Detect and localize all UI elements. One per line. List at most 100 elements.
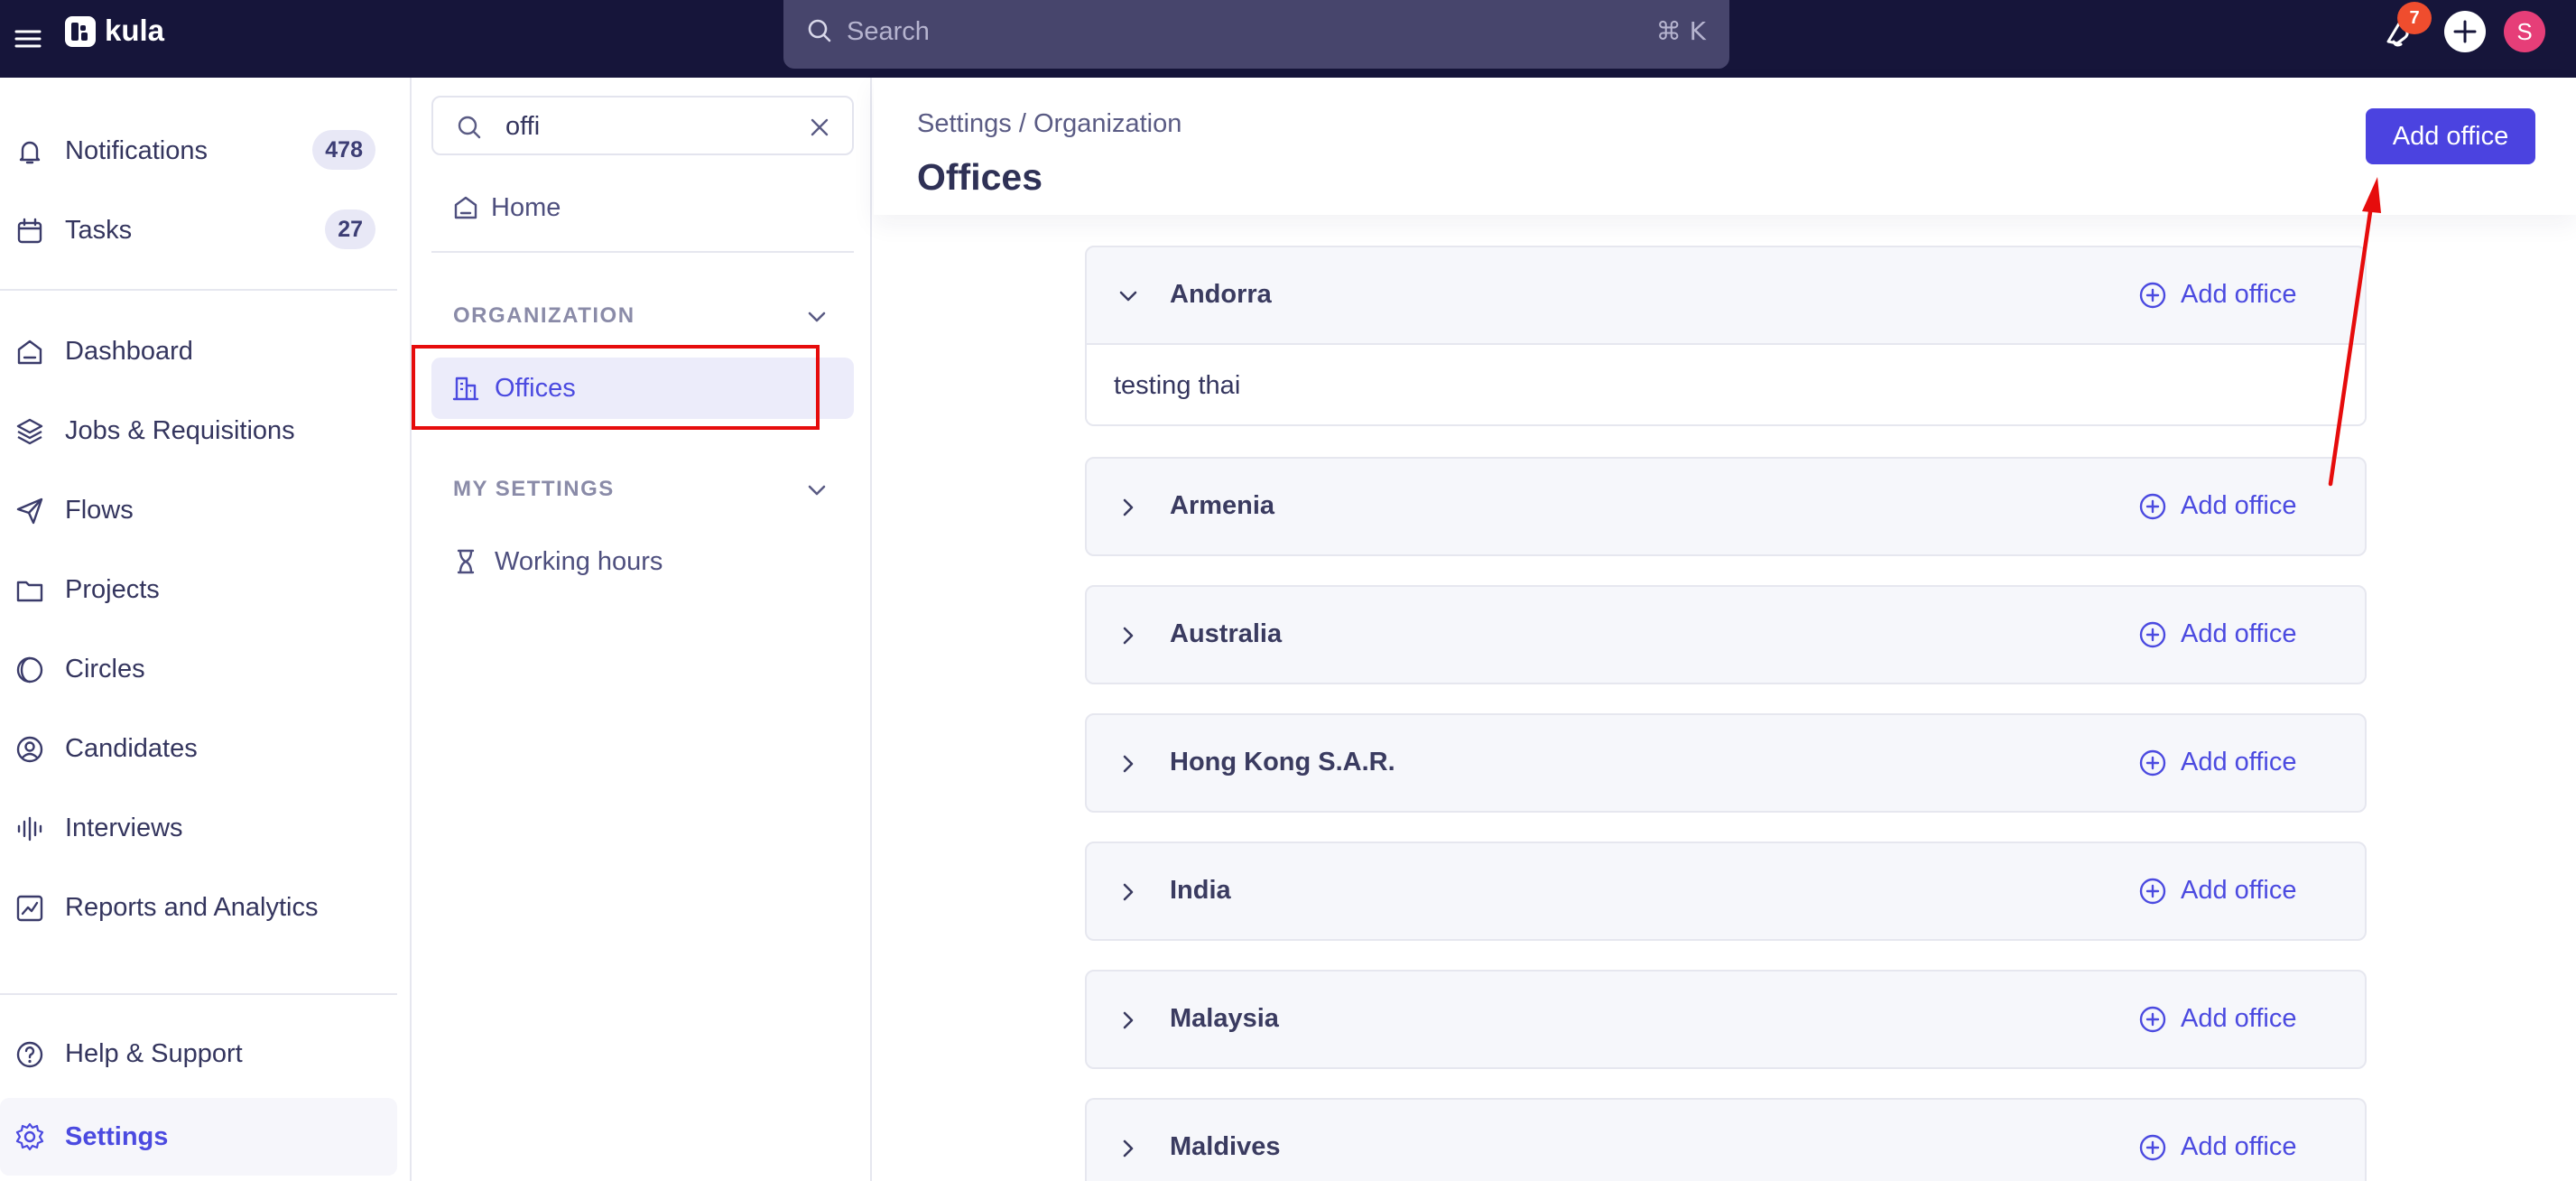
user-circle-icon <box>14 734 45 765</box>
top-bar: kula Search ⌘ K 7 S <box>0 0 2576 78</box>
sidebar-item-settings[interactable]: Settings <box>0 1098 397 1176</box>
sidebar-item-label: Tasks <box>65 216 133 245</box>
add-office-label: Add office <box>2181 1004 2297 1033</box>
chevron-down-icon[interactable] <box>1114 282 1143 311</box>
sidebar-item-dashboard[interactable]: Dashboard <box>0 321 397 381</box>
section-title-organization: ORGANIZATION <box>453 303 635 328</box>
plus-circle-icon <box>2137 748 2168 778</box>
sidebar-item-label: Reports and Analytics <box>65 893 319 922</box>
audio-bars-icon <box>14 814 45 844</box>
settings-search-input[interactable] <box>505 107 794 146</box>
sidebar-item-label: Projects <box>65 575 160 604</box>
sidebar-item-label: Dashboard <box>65 337 193 366</box>
sidebar-item-reports[interactable]: Reports and Analytics <box>0 878 397 937</box>
country-name: Armenia <box>1170 491 1275 520</box>
sidebar-item-tasks[interactable]: Tasks 27 <box>0 200 397 260</box>
country-name: Australia <box>1170 619 1283 648</box>
settings-link-offices[interactable]: Offices <box>431 358 854 419</box>
send-icon <box>14 496 45 526</box>
add-office-label: Add office <box>2181 1132 2297 1161</box>
search-icon <box>455 113 484 142</box>
chevron-right-icon[interactable] <box>1114 1134 1143 1163</box>
sidebar-item-projects[interactable]: Projects <box>0 560 397 619</box>
hourglass-icon <box>451 547 480 576</box>
help-icon <box>14 1039 45 1070</box>
menu-icon[interactable] <box>13 23 43 54</box>
country-name: India <box>1170 876 1231 905</box>
search-icon <box>805 16 834 45</box>
sidebar-divider <box>0 289 397 291</box>
country-card-india: India Add office <box>1085 842 2367 941</box>
settings-home-link[interactable]: Home <box>431 177 854 238</box>
sidebar-item-label: Candidates <box>65 734 198 763</box>
settings-nav: Home ORGANIZATION Offices MY SETTINGS Wo… <box>413 78 872 1181</box>
country-header[interactable]: Hong Kong S.A.R. Add office <box>1087 715 2365 811</box>
sidebar-item-label: Jobs & Requisitions <box>65 416 295 445</box>
add-office-label: Add office <box>2181 280 2297 309</box>
settings-nav-divider <box>431 251 854 253</box>
settings-link-working-hours[interactable]: Working hours <box>431 531 854 592</box>
sidebar-item-jobs[interactable]: Jobs & Requisitions <box>0 401 397 460</box>
clear-search-icon[interactable] <box>807 115 832 140</box>
page-title: Offices <box>917 156 1042 198</box>
sidebar-item-flows[interactable]: Flows <box>0 480 397 540</box>
add-office-label: Add office <box>2181 619 2297 648</box>
calendar-icon <box>14 216 45 246</box>
chevron-down-icon[interactable] <box>803 477 830 504</box>
sidebar-item-label: Help & Support <box>65 1039 243 1068</box>
user-avatar[interactable]: S <box>2504 11 2545 52</box>
country-header[interactable]: Maldives Add office <box>1087 1100 2365 1181</box>
country-name: Andorra <box>1170 280 1272 309</box>
tasks-count-badge: 27 <box>325 209 375 249</box>
layers-icon <box>14 416 45 447</box>
office-list: testing thai <box>1087 343 2365 424</box>
country-header[interactable]: Australia Add office <box>1087 587 2365 683</box>
chevron-down-icon[interactable] <box>803 303 830 330</box>
chevron-right-icon[interactable] <box>1114 878 1143 907</box>
global-search[interactable]: Search ⌘ K <box>783 0 1729 69</box>
add-office-button[interactable]: Add office <box>2366 108 2535 164</box>
chevron-right-icon[interactable] <box>1114 493 1143 522</box>
notifications-badge: 7 <box>2397 2 2432 34</box>
brand-name[interactable]: kula <box>105 13 164 49</box>
country-name: Maldives <box>1170 1132 1281 1161</box>
chart-icon <box>14 893 45 924</box>
create-new-button[interactable] <box>2444 11 2486 52</box>
search-placeholder: Search <box>847 17 930 46</box>
country-header[interactable]: Malaysia Add office <box>1087 972 2365 1067</box>
plus-circle-icon <box>2137 876 2168 907</box>
office-item[interactable]: testing thai <box>1114 370 1240 401</box>
country-card-australia: Australia Add office <box>1085 585 2367 684</box>
country-header[interactable]: Andorra Add office <box>1087 247 2365 343</box>
sidebar-item-circles[interactable]: Circles <box>0 639 397 699</box>
chevron-right-icon[interactable] <box>1114 621 1143 650</box>
plus-circle-icon <box>2137 1004 2168 1035</box>
home-icon <box>14 337 45 367</box>
sidebar-item-label: Interviews <box>65 814 183 842</box>
sidebar-divider <box>0 993 397 995</box>
building-icon <box>451 374 480 403</box>
sidebar-item-help[interactable]: Help & Support <box>0 1024 397 1083</box>
country-card-malaysia: Malaysia Add office <box>1085 970 2367 1069</box>
plus-circle-icon <box>2137 280 2168 311</box>
sidebar-item-label: Notifications <box>65 136 208 165</box>
country-card-andorra: Andorra Add office testing thai <box>1085 246 2367 426</box>
settings-search[interactable] <box>431 96 854 155</box>
sidebar-item-label: Flows <box>65 496 134 525</box>
page-header: Settings / Organization Offices Add offi… <box>874 78 2576 215</box>
country-header[interactable]: Armenia Add office <box>1087 459 2365 554</box>
country-card-armenia: Armenia Add office <box>1085 457 2367 556</box>
sidebar-item-interviews[interactable]: Interviews <box>0 798 397 858</box>
sidebar-item-notifications[interactable]: Notifications 478 <box>0 121 397 181</box>
search-shortcut-hint: ⌘ K <box>1655 16 1706 46</box>
circle-half-icon <box>14 655 45 685</box>
kula-logo-icon[interactable] <box>65 16 96 47</box>
section-title-my-settings: MY SETTINGS <box>453 477 615 501</box>
main-sidebar: Notifications 478 Tasks 27 Dashboard Job… <box>0 78 412 1181</box>
chevron-right-icon[interactable] <box>1114 749 1143 778</box>
add-office-label: Add office <box>2181 491 2297 520</box>
breadcrumb[interactable]: Settings / Organization <box>917 108 1181 139</box>
country-header[interactable]: India Add office <box>1087 843 2365 939</box>
sidebar-item-candidates[interactable]: Candidates <box>0 719 397 778</box>
chevron-right-icon[interactable] <box>1114 1006 1143 1035</box>
